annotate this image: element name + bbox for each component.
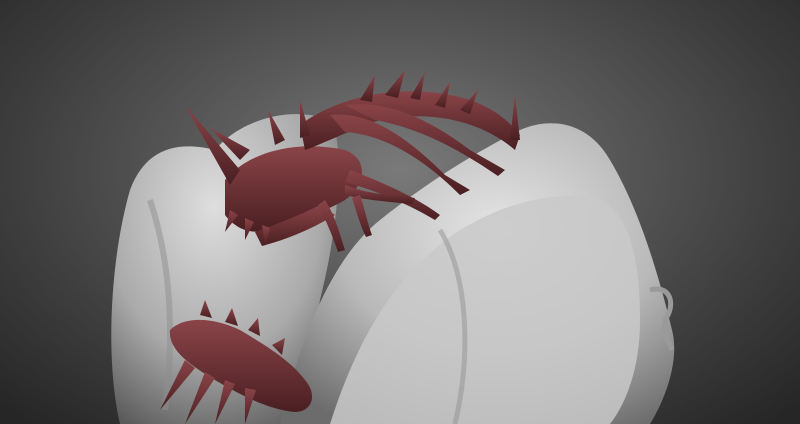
sculpt-viewport[interactable] — [0, 0, 800, 424]
render-canvas — [111, 70, 675, 424]
clay-mass — [111, 114, 675, 424]
